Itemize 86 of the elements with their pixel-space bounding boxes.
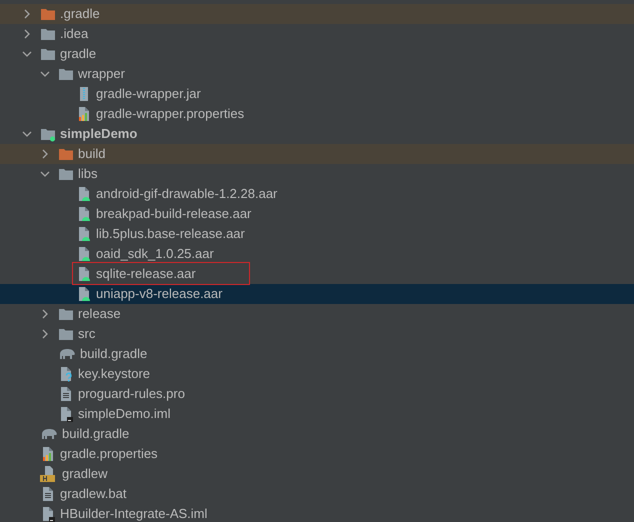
folder-icon [40,6,56,22]
question-file-icon [58,366,74,382]
folder-icon [40,26,56,42]
file-name: HBuilder-Integrate-AS.iml [60,506,208,522]
tree-row[interactable]: gradlew.bat [0,484,634,504]
android-file-icon [76,226,92,242]
android-file-icon [76,266,92,282]
chevron-icon[interactable] [22,29,32,39]
folder-icon [58,326,74,342]
android-file-icon [76,186,92,202]
chevron-icon[interactable] [22,9,32,19]
tree-row[interactable]: android-gif-drawable-1.2.28.aar [0,184,634,204]
tree-row[interactable]: src [0,324,634,344]
h-file-icon [40,466,58,482]
android-file-icon [76,286,92,302]
folder-icon [58,306,74,322]
android-file-icon [76,246,92,262]
tree-row[interactable]: simpleDemo.iml [0,404,634,424]
tree-row[interactable]: gradle [0,44,634,64]
tree-row[interactable]: sqlite-release.aar [0,264,634,284]
chevron-icon[interactable] [40,169,50,179]
android-file-icon [76,206,92,222]
tree-row[interactable]: libs [0,164,634,184]
tree-row[interactable]: release [0,304,634,324]
file-name: sqlite-release.aar [96,266,196,282]
text-file-icon [40,486,56,502]
folder-icon [58,66,74,82]
elephant-icon [58,346,76,362]
chart-file-icon [40,446,56,462]
chevron-icon[interactable] [40,329,50,339]
tree-row[interactable]: breakpad-build-release.aar [0,204,634,224]
tree-row[interactable]: key.keystore [0,364,634,384]
file-name: oaid_sdk_1.0.25.aar [96,246,214,262]
file-name: libs [78,166,98,182]
file-name: .gradle [60,6,100,22]
file-name: src [78,326,96,342]
file-name: breakpad-build-release.aar [96,206,252,222]
tree-row[interactable]: build [0,144,634,164]
folder-icon [58,166,74,182]
file-name: wrapper [78,66,125,82]
tree-row[interactable]: gradle.properties [0,444,634,464]
file-icon [58,406,74,422]
file-name: release [78,306,121,322]
file-name: proguard-rules.pro [78,386,185,402]
text-file-icon [58,386,74,402]
chevron-icon[interactable] [40,149,50,159]
file-name: simpleDemo [60,126,138,142]
chevron-icon[interactable] [22,129,32,139]
tree-row[interactable]: simpleDemo [0,124,634,144]
file-icon [40,506,56,522]
tree-row[interactable]: gradlew [0,464,634,484]
file-name: lib.5plus.base-release.aar [96,226,245,242]
tree-row[interactable]: lib.5plus.base-release.aar [0,224,634,244]
elephant-icon [40,426,58,442]
tree-row[interactable]: HBuilder-Integrate-AS.iml [0,504,634,522]
tree-row[interactable]: uniapp-v8-release.aar [0,284,634,304]
file-name: gradle [60,46,96,62]
tree-row[interactable]: proguard-rules.pro [0,384,634,404]
tree-row[interactable]: gradle-wrapper.jar [0,84,634,104]
file-name: build.gradle [80,346,148,362]
chart-file-icon [76,106,92,122]
file-name: build.gradle [62,426,130,442]
tree-row[interactable]: build.gradle [0,424,634,444]
tree-row[interactable]: oaid_sdk_1.0.25.aar [0,244,634,264]
file-name: gradle-wrapper.jar [96,86,201,102]
tree-row[interactable]: gradle-wrapper.properties [0,104,634,124]
file-name: gradlew.bat [60,486,126,502]
file-name: uniapp-v8-release.aar [96,286,222,302]
folder-icon [40,46,56,62]
file-name: gradlew [62,466,108,482]
chevron-icon[interactable] [22,49,32,59]
file-name: build [78,146,106,162]
tree-row[interactable]: build.gradle [0,344,634,364]
file-name: gradle-wrapper.properties [96,106,244,122]
file-name: .idea [60,26,88,42]
chevron-icon[interactable] [40,309,50,319]
file-name: gradle.properties [60,446,158,462]
file-name: key.keystore [78,366,150,382]
file-name: simpleDemo.iml [78,406,170,422]
file-name: android-gif-drawable-1.2.28.aar [96,186,278,202]
tree-row[interactable]: .gradle [0,4,634,24]
tree-row[interactable]: .idea [0,24,634,44]
folder-icon [58,146,74,162]
tree-row[interactable]: wrapper [0,64,634,84]
chevron-icon[interactable] [40,69,50,79]
module-folder-icon [40,126,56,142]
